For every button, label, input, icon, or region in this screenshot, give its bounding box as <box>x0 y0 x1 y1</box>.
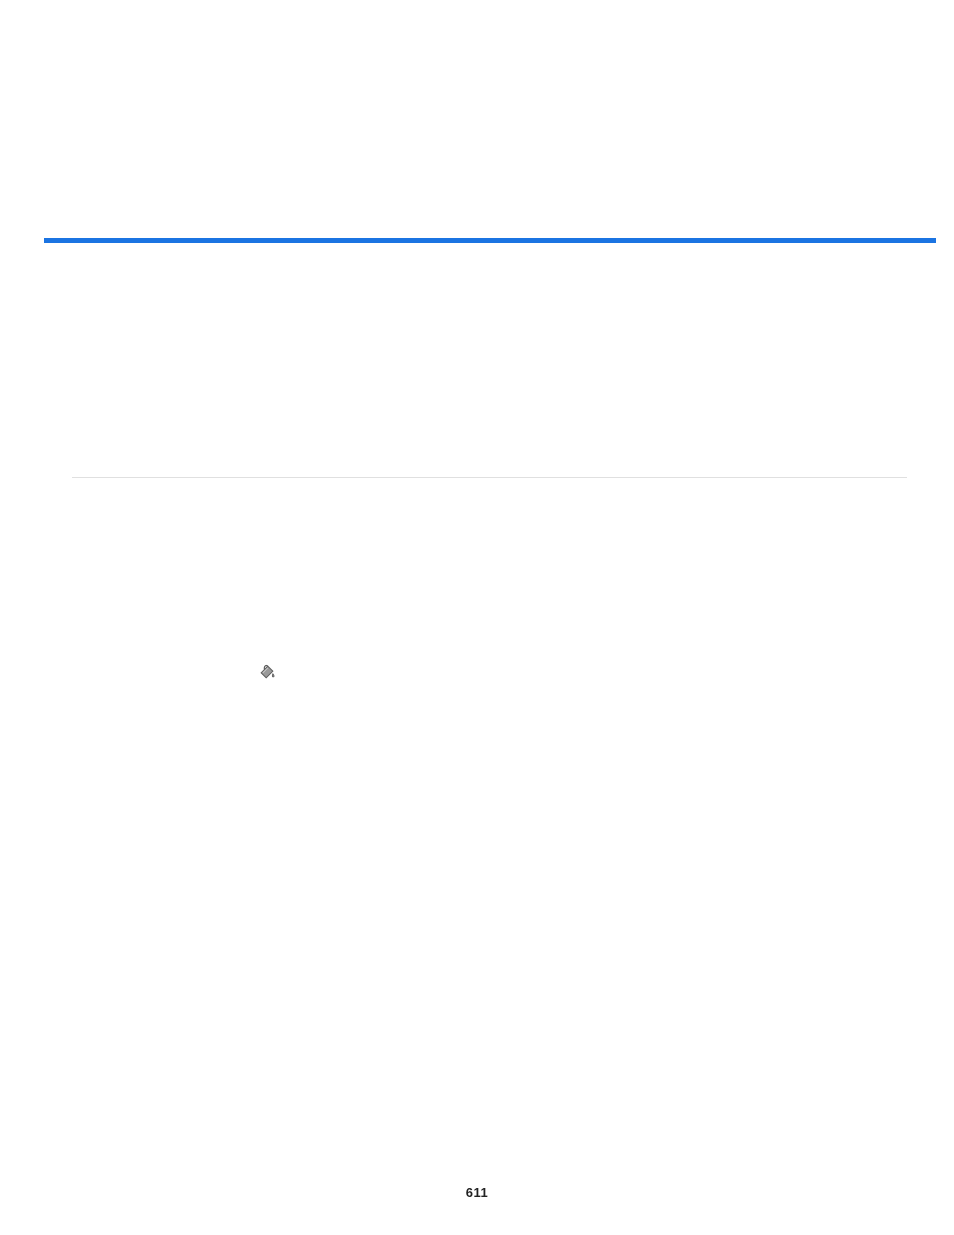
document-page: 611 <box>0 0 954 1235</box>
paint-bucket-icon <box>257 662 277 682</box>
accent-rule <box>44 238 936 243</box>
page-number: 611 <box>0 1185 954 1200</box>
section-divider <box>72 477 907 478</box>
